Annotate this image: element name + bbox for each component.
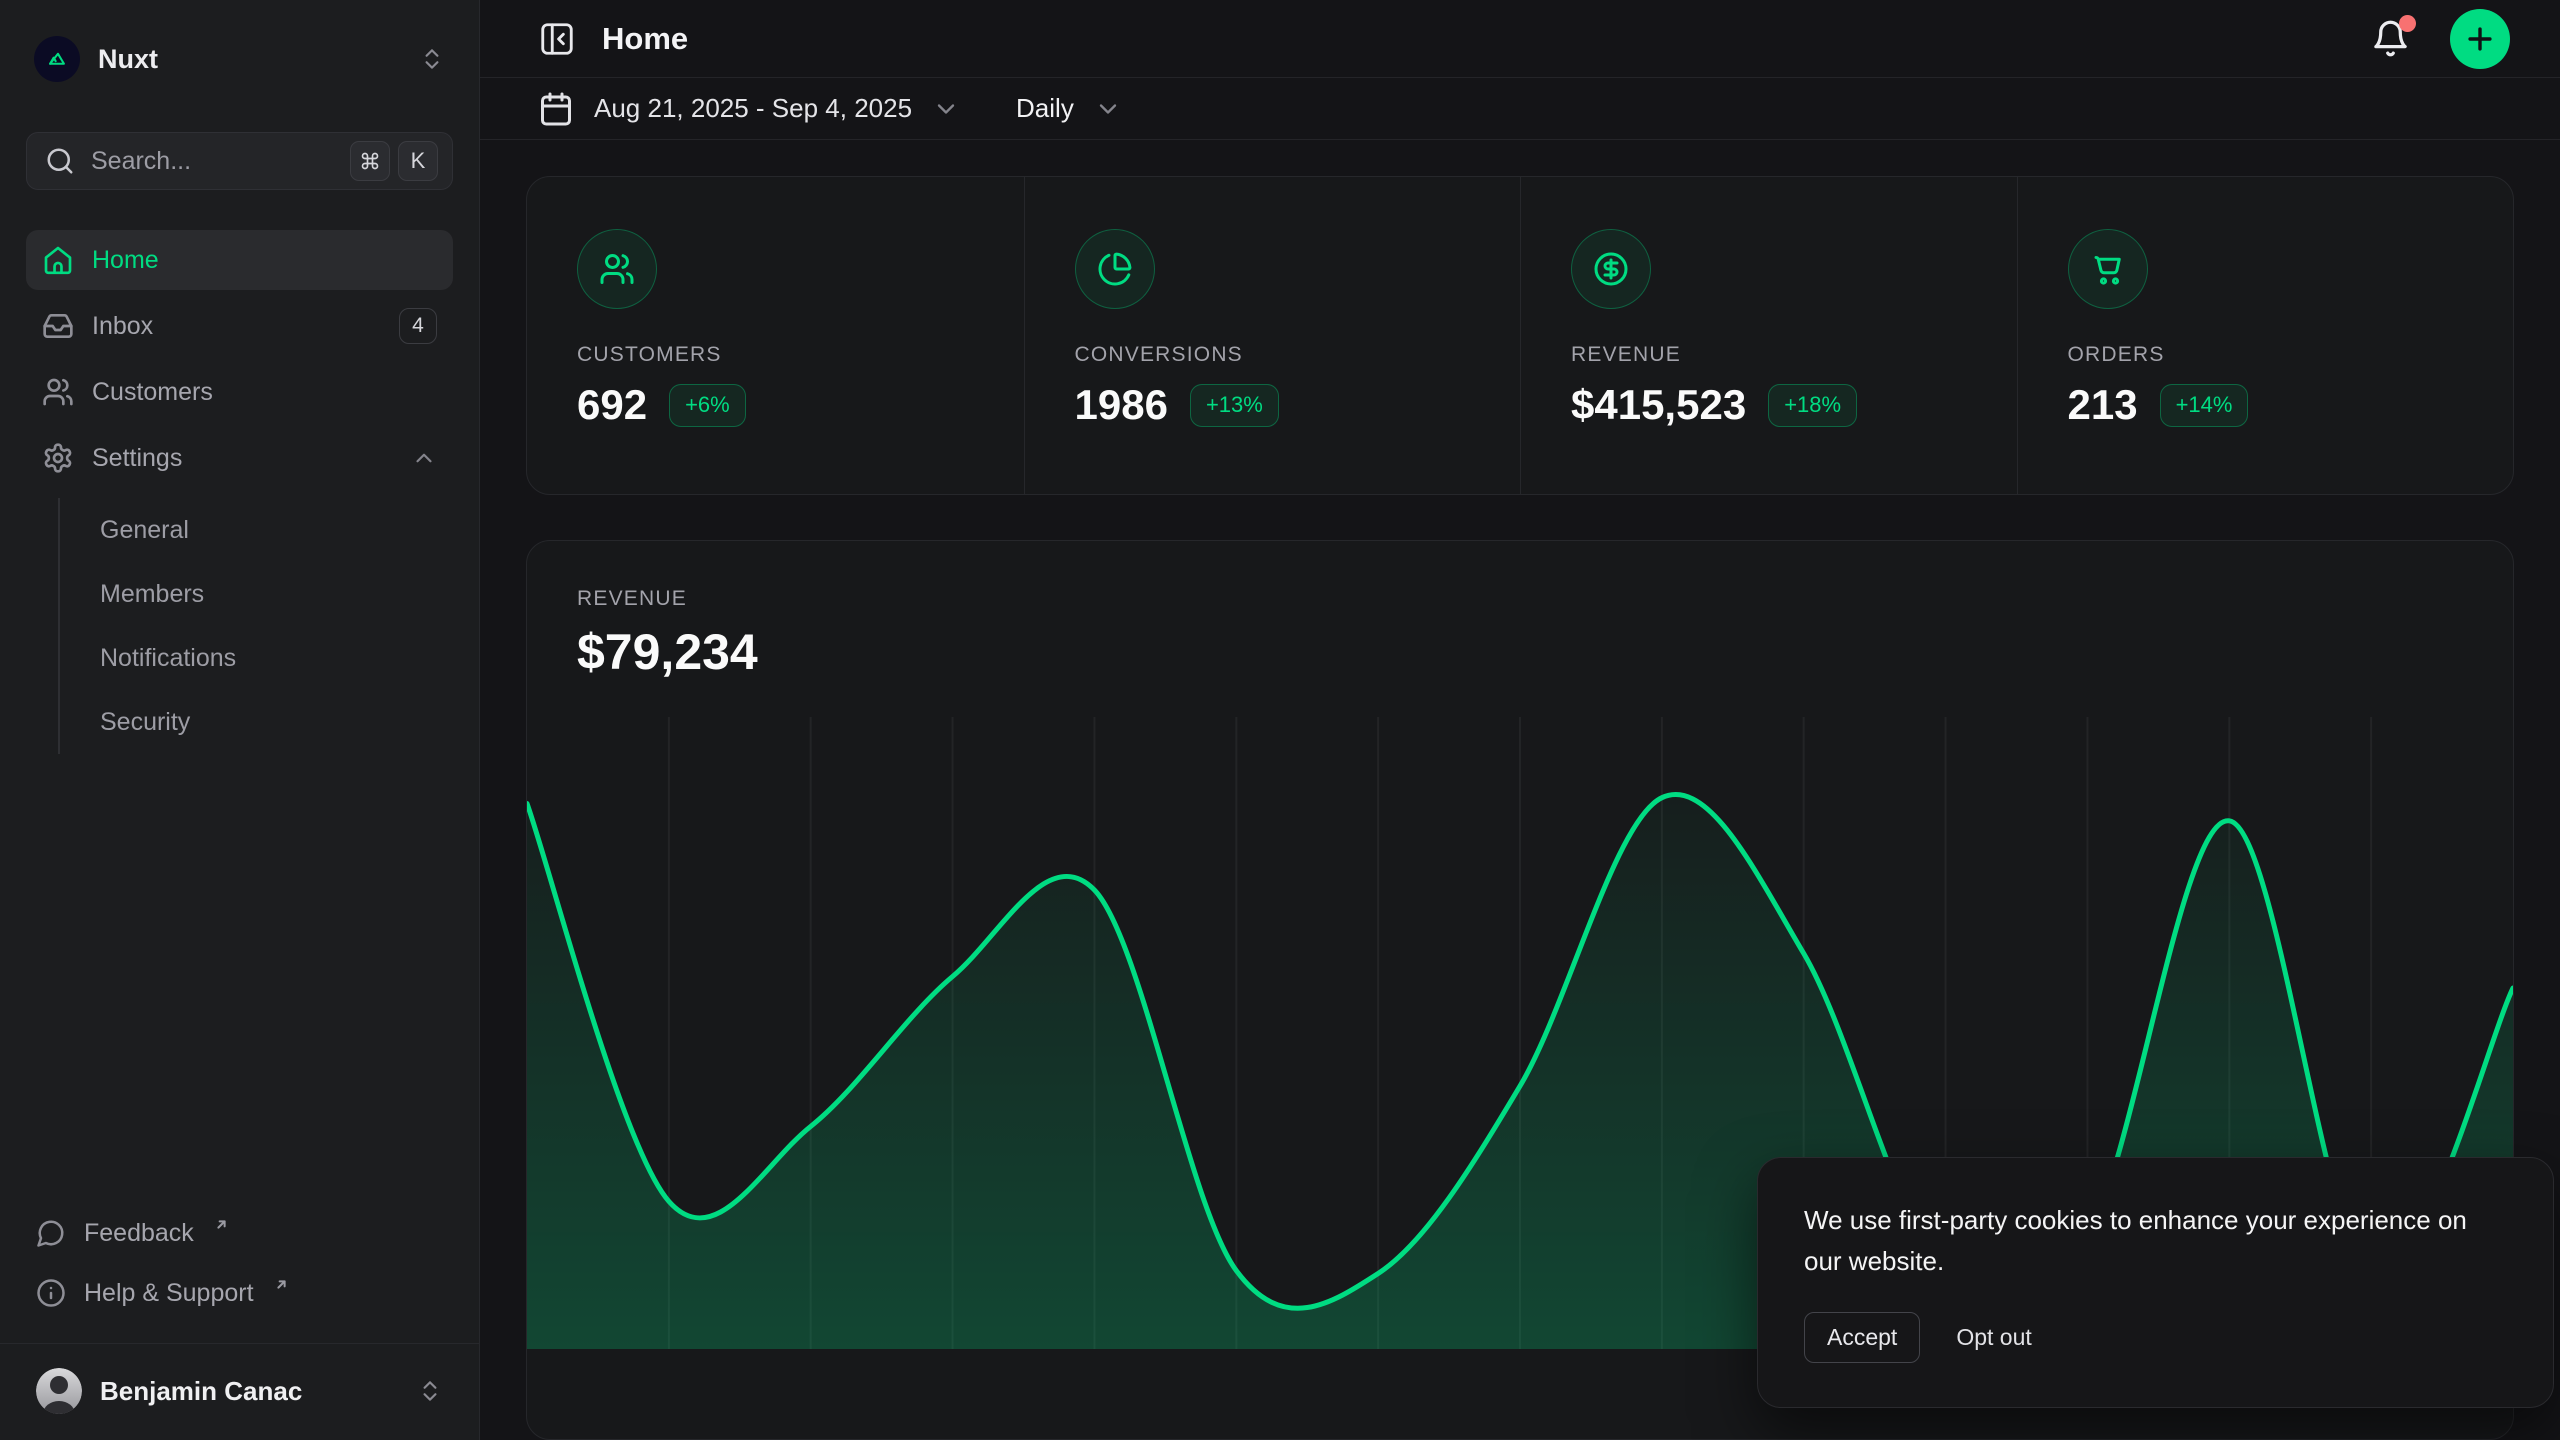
gear-icon (42, 442, 74, 474)
sidebar-item-customers[interactable]: Customers (26, 362, 453, 422)
external-link-icon (214, 1217, 229, 1232)
sidebar-item-members[interactable]: Members (100, 562, 453, 626)
help-support-link[interactable]: Help & Support (26, 1263, 453, 1323)
opt-out-button[interactable]: Opt out (1952, 1313, 2035, 1362)
avatar (36, 1368, 82, 1414)
filter-bar: Aug 21, 2025 - Sep 4, 2025 Daily (480, 78, 2560, 140)
feedback-label: Feedback (84, 1219, 194, 1248)
sidebar-item-security[interactable]: Security (100, 690, 453, 754)
add-button[interactable] (2450, 9, 2510, 69)
dollar-circle-icon (1571, 229, 1651, 309)
sidebar-item-general[interactable]: General (100, 498, 453, 562)
stat-card-customers: CUSTOMERS 692 +6% (527, 177, 1024, 494)
kbd-command (350, 141, 390, 181)
search-placeholder: Search... (91, 147, 334, 176)
feedback-link[interactable]: Feedback (26, 1203, 453, 1263)
stat-value: 692 (577, 381, 647, 429)
sidebar: Nuxt Search... K Home (0, 0, 480, 1440)
inbox-icon (42, 310, 74, 342)
users-icon (577, 229, 657, 309)
home-icon (42, 244, 74, 276)
stat-delta-badge: +18% (1768, 384, 1857, 427)
chevron-down-icon (1094, 95, 1122, 123)
sidebar-item-inbox[interactable]: Inbox 4 (26, 296, 453, 356)
sidebar-item-label: Inbox (92, 312, 381, 341)
chevrons-up-down-icon (419, 46, 445, 72)
sidebar-item-home[interactable]: Home (26, 230, 453, 290)
sidebar-item-label: Settings (92, 444, 393, 473)
date-range-picker[interactable]: Aug 21, 2025 - Sep 4, 2025 (538, 91, 960, 127)
users-icon (42, 376, 74, 408)
pie-chart-icon (1075, 229, 1155, 309)
subnav-label: Security (100, 708, 190, 737)
sidebar-nav: Home Inbox 4 Customers Settings (26, 230, 453, 754)
revenue-total: $79,234 (577, 623, 2463, 681)
nuxt-logo-icon (34, 36, 80, 82)
stats-row: CUSTOMERS 692 +6% CONVERSIONS 1986 +13% (526, 176, 2514, 495)
inbox-count-badge: 4 (399, 308, 437, 344)
accept-button[interactable]: Accept (1804, 1312, 1920, 1363)
stat-label: CONVERSIONS (1075, 343, 1471, 367)
chevrons-up-down-icon (417, 1378, 443, 1404)
shopping-cart-icon (2068, 229, 2148, 309)
stat-label: REVENUE (1571, 343, 1967, 367)
calendar-icon (538, 91, 574, 127)
main-area: Home Aug 21, 2025 - Sep 4, 2025 (480, 0, 2560, 1440)
sidebar-item-notifications[interactable]: Notifications (100, 626, 453, 690)
cookie-banner: We use first-party cookies to enhance yo… (1757, 1157, 2554, 1408)
user-menu[interactable]: Benjamin Canac (26, 1344, 453, 1440)
chevron-up-icon (411, 445, 437, 471)
subnav-label: Notifications (100, 644, 236, 673)
notification-dot (2399, 15, 2416, 32)
stat-value: 213 (2068, 381, 2138, 429)
external-link-icon (274, 1277, 289, 1292)
search-icon (45, 146, 75, 176)
workspace-name: Nuxt (98, 44, 158, 75)
sidebar-item-settings[interactable]: Settings (26, 428, 453, 488)
cookie-message: We use first-party cookies to enhance yo… (1804, 1200, 2507, 1282)
granularity-value: Daily (1016, 93, 1074, 124)
stat-delta-badge: +6% (669, 384, 746, 427)
subnav-label: General (100, 516, 189, 545)
info-circle-icon (36, 1278, 66, 1308)
workspace-selector[interactable]: Nuxt (26, 30, 453, 88)
dashboard-content: CUSTOMERS 692 +6% CONVERSIONS 1986 +13% (480, 140, 2560, 1440)
settings-subnav: General Members Notifications Security (58, 498, 453, 754)
stat-delta-badge: +13% (1190, 384, 1279, 427)
subnav-label: Members (100, 580, 204, 609)
stat-value: $415,523 (1571, 381, 1746, 429)
search-input[interactable]: Search... K (26, 132, 453, 190)
date-range-value: Aug 21, 2025 - Sep 4, 2025 (594, 93, 912, 124)
revenue-label: REVENUE (577, 587, 2463, 611)
topbar: Home (480, 0, 2560, 78)
notifications-button[interactable] (2371, 19, 2410, 58)
stat-card-revenue: REVENUE $415,523 +18% (1520, 177, 2017, 494)
stat-delta-badge: +14% (2160, 384, 2249, 427)
granularity-select[interactable]: Daily (1016, 93, 1122, 124)
stat-label: ORDERS (2068, 343, 2464, 367)
stat-card-orders: ORDERS 213 +14% (2017, 177, 2514, 494)
sidebar-item-label: Customers (92, 378, 437, 407)
collapse-sidebar-button[interactable] (538, 20, 576, 58)
stat-value: 1986 (1075, 381, 1168, 429)
help-support-label: Help & Support (84, 1279, 254, 1308)
sidebar-item-label: Home (92, 246, 437, 275)
message-bubble-icon (36, 1218, 66, 1248)
page-title: Home (602, 21, 688, 57)
app-root: Nuxt Search... K Home (0, 0, 2560, 1440)
stat-card-conversions: CONVERSIONS 1986 +13% (1024, 177, 1521, 494)
stat-label: CUSTOMERS (577, 343, 974, 367)
kbd-k: K (398, 141, 438, 181)
chevron-down-icon (932, 95, 960, 123)
user-name: Benjamin Canac (100, 1376, 399, 1407)
sidebar-footer: Feedback Help & Support (26, 1203, 453, 1440)
